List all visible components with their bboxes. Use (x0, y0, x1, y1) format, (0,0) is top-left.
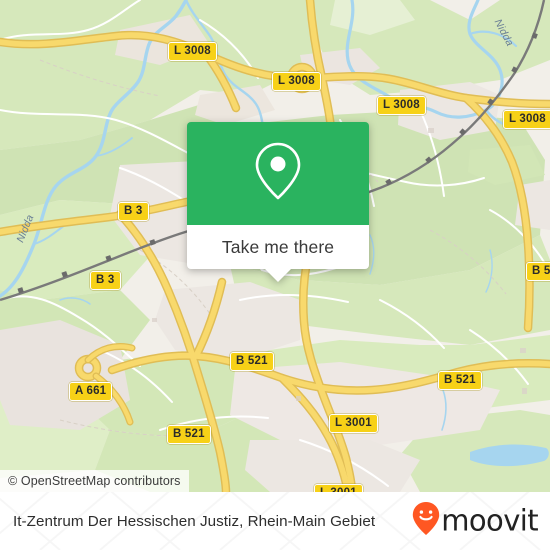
road-shield[interactable]: B 521 (230, 352, 274, 371)
callout-pointer (265, 269, 291, 282)
take-me-there-callout[interactable]: Take me there (187, 122, 369, 282)
callout-action-panel[interactable]: Take me there (187, 225, 369, 282)
moovit-logo[interactable]: moovit (412, 502, 539, 541)
location-pin-icon (252, 140, 304, 207)
moovit-smiley-pin-icon (412, 502, 440, 541)
osm-attribution[interactable]: © OpenStreetMap contributors (0, 470, 189, 492)
moovit-map-screenshot: L 3008 L 3008 L 3008 L 3008 B 3 B 3 B 52… (0, 0, 550, 550)
road-shield[interactable]: L 3008 (272, 72, 321, 91)
road-shield[interactable]: B 3 (118, 202, 149, 221)
road-shield[interactable]: B 521 (167, 425, 211, 444)
road-shield[interactable]: A 661 (69, 382, 113, 401)
road-shield[interactable]: B 3 (90, 271, 121, 290)
road-shield[interactable]: L 3001 (314, 484, 363, 492)
place-title: It-Zentrum Der Hessischen Justiz, Rhein-… (13, 512, 376, 530)
road-shield[interactable]: L 3008 (503, 110, 550, 129)
moovit-wordmark: moovit (441, 503, 538, 538)
road-shield[interactable]: B 521 (438, 371, 482, 390)
road-shield[interactable]: L 3001 (329, 414, 378, 433)
osm-attribution-text: © OpenStreetMap contributors (8, 474, 181, 488)
road-shield[interactable]: L 3008 (377, 96, 426, 115)
callout-pin-panel (187, 122, 369, 225)
road-shield[interactable]: L 3008 (168, 42, 217, 61)
road-shield[interactable]: B 52 (526, 262, 550, 281)
take-me-there-label: Take me there (221, 236, 335, 257)
footer-bar: It-Zentrum Der Hessischen Justiz, Rhein-… (0, 492, 550, 550)
